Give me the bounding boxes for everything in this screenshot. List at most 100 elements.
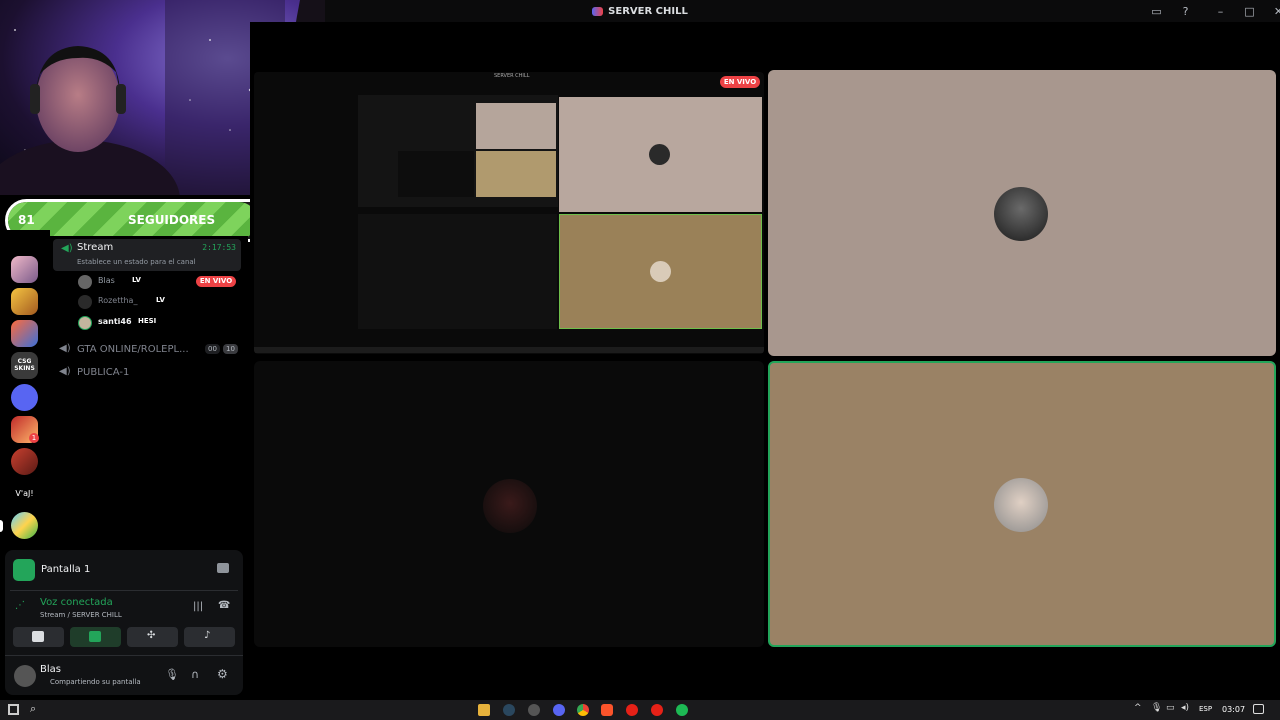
voice-channel-icon: ◀) (59, 343, 71, 354)
start-icon[interactable] (8, 704, 19, 715)
activities-icon: ✣ (147, 630, 156, 641)
title-tools: ▭ ? (1142, 0, 1200, 22)
channel-stream-name: Stream (77, 242, 114, 253)
discord-taskbar-icon[interactable] (553, 704, 565, 716)
member-name: Blas (98, 276, 115, 285)
app-icon[interactable] (528, 704, 540, 716)
volume-icon[interactable]: ◂) (1181, 703, 1189, 713)
server-mention-badge: 1 (29, 433, 39, 443)
chrome-icon[interactable] (577, 704, 589, 716)
server-icon-vaj[interactable]: V'aJ! (11, 480, 38, 507)
headset-icon[interactable]: ∩ (191, 668, 199, 681)
member-name: santi46 (98, 317, 132, 326)
avatar[interactable] (14, 665, 36, 687)
avatar (650, 261, 671, 282)
screen-share-active-icon (89, 631, 101, 642)
server-selected-indicator (0, 520, 3, 532)
youtube-icon[interactable] (626, 704, 638, 716)
member-badge: HESI (138, 317, 157, 325)
nested-tile-tan (559, 214, 762, 329)
maximize-button[interactable]: □ (1235, 5, 1264, 18)
file-explorer-icon[interactable] (478, 704, 490, 716)
close-button[interactable]: ✕ (1264, 5, 1280, 18)
member-row[interactable]: Blas LV EN VIVO (76, 274, 241, 290)
channel-stream[interactable]: ◀) Stream 2:17:53 Establece un estado pa… (53, 239, 241, 271)
soundboard-button[interactable]: ♪ (184, 627, 235, 647)
member-row[interactable]: Rozettha_ LV (76, 294, 241, 310)
tray-mic-icon[interactable]: 🎙 (1151, 703, 1162, 713)
channel-status-prompt[interactable]: Establece un estado para el canal (77, 258, 196, 266)
follower-count: 81 (18, 213, 35, 227)
channel-publica-name: PUBLICA-1 (77, 367, 130, 378)
nested-screen-preview (358, 95, 558, 207)
nested-tile-dark (358, 214, 557, 329)
network-icon[interactable]: ▭ (1166, 703, 1175, 713)
language-indicator[interactable]: ESP (1199, 705, 1212, 713)
channel-list: ◀) Stream 2:17:53 Establece un estado pa… (50, 236, 248, 550)
clock[interactable]: 03:07 (1222, 705, 1245, 714)
screen-share-icon (13, 559, 35, 581)
nested-tile (398, 151, 474, 197)
follower-label: SEGUIDORES (128, 213, 216, 227)
minimize-button[interactable]: – (1206, 5, 1235, 18)
tray-chevron-icon[interactable]: ^ (1134, 703, 1142, 713)
nested-taskbar (254, 347, 764, 353)
member-name: Rozettha_ (98, 296, 138, 305)
server-icon-gear[interactable] (11, 384, 38, 411)
channel-gta-name: GTA ONLINE/ROLEPL... (77, 344, 189, 355)
channel-gta[interactable]: ◀) GTA ONLINE/ROLEPL... 00 10 (53, 342, 241, 358)
avatar (78, 316, 92, 330)
live-badge: EN VIVO (720, 76, 760, 88)
voice-channel-icon: ◀) (61, 243, 73, 254)
mic-icon[interactable]: 🎙 (165, 668, 179, 681)
server-icon-csg-skins[interactable]: CSG SKINS (11, 352, 38, 379)
avatar (78, 295, 92, 309)
avatar (483, 479, 537, 533)
participant-tile-1[interactable] (768, 70, 1276, 356)
camera-toggle-button[interactable] (13, 627, 64, 647)
discord-logo-icon (592, 6, 604, 16)
brave-icon[interactable] (601, 704, 613, 716)
member-badge: LV (156, 296, 165, 304)
steam-icon[interactable] (503, 704, 515, 716)
participant-tile-3[interactable] (768, 361, 1276, 647)
server-icon-1[interactable] (11, 256, 38, 283)
participant-tile-2[interactable] (254, 361, 764, 647)
activities-button[interactable]: ✣ (127, 627, 178, 647)
avatar (994, 478, 1048, 532)
nested-tile-gray (559, 97, 762, 212)
search-icon[interactable]: ⌕ (30, 702, 36, 716)
voice-user-panel: Pantalla 1 ⋰ Voz conectada Stream / SERV… (5, 550, 243, 695)
inbox-icon[interactable]: ▭ (1142, 5, 1171, 18)
notifications-icon[interactable] (1253, 704, 1264, 714)
window-controls: – □ ✕ (1206, 0, 1280, 22)
member-row[interactable]: santi46 HESI (76, 315, 241, 331)
channel-stream-timer: 2:17:53 (202, 243, 236, 252)
noise-suppression-icon[interactable]: ||| (193, 601, 203, 612)
connection-icon: ⋰ (15, 600, 25, 611)
channel-publica[interactable]: ◀) PUBLICA-1 (53, 365, 241, 381)
nested-tile (476, 103, 556, 149)
settings-gear-icon[interactable]: ⚙ (217, 667, 228, 681)
server-icon-7[interactable] (11, 448, 38, 475)
channel-gta-count-b: 10 (223, 344, 238, 354)
avatar (649, 144, 670, 165)
nested-window-title: SERVER CHILL (494, 73, 530, 79)
youtube-music-icon[interactable] (651, 704, 663, 716)
server-icon-3[interactable] (11, 320, 38, 347)
server-icon-2[interactable] (11, 288, 38, 315)
server-icon-10[interactable] (11, 512, 38, 539)
screen-share-button[interactable] (70, 627, 121, 647)
disconnect-icon[interactable]: ☎ (218, 600, 230, 611)
close-stream-icon[interactable] (217, 563, 229, 573)
voice-channel-path[interactable]: Stream / SERVER CHILL (40, 611, 122, 619)
spotify-icon[interactable] (676, 704, 688, 716)
avatar (78, 275, 92, 289)
os-taskbar: ⌕ ^ 🎙 ▭ ◂) ESP 03:07 (0, 700, 1280, 720)
screen-share-header: Pantalla 1 (5, 550, 243, 588)
stream-tile-screen[interactable]: SERVER CHILL EN VIVO (254, 72, 764, 354)
voice-channel-icon: ◀) (59, 366, 71, 377)
voice-status: Voz conectada (40, 597, 113, 608)
screen-title: Pantalla 1 (41, 564, 91, 575)
help-icon[interactable]: ? (1171, 5, 1200, 18)
